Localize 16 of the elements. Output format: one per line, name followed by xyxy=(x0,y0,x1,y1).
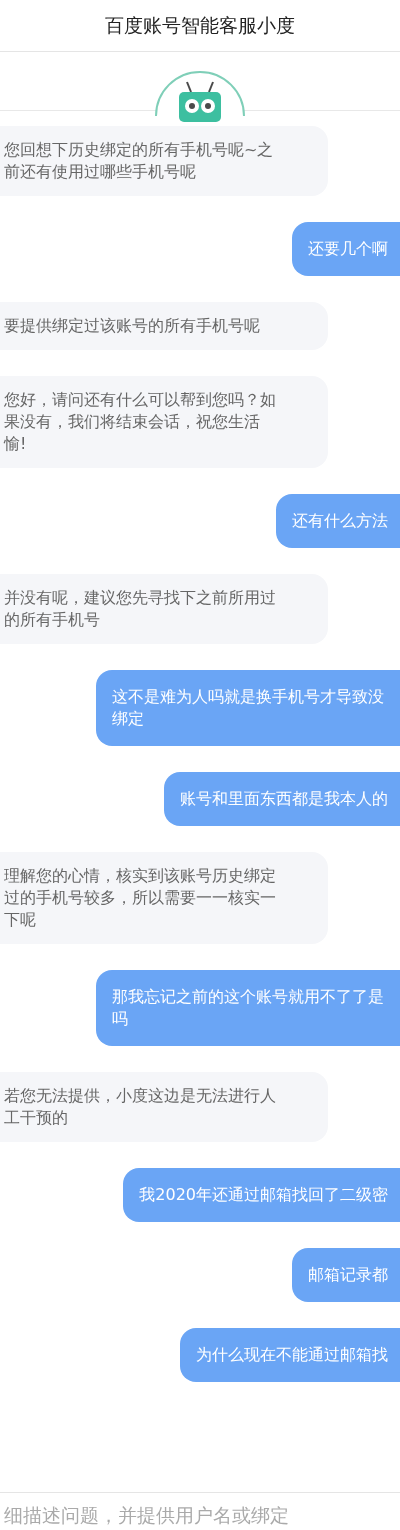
bot-message: 若您无法提供，小度这边是无法进行人工干预的 xyxy=(0,1072,328,1142)
user-message: 我2020年还通过邮箱找回了二级密 xyxy=(123,1168,400,1222)
user-message: 为什么现在不能通过邮箱找 xyxy=(180,1328,400,1382)
user-message: 还要几个啊 xyxy=(292,222,400,276)
user-message: 邮箱记录都 xyxy=(292,1248,400,1302)
message-input[interactable]: 细描述问题，并提供用户名或绑定 xyxy=(0,1500,400,1530)
bot-message: 您回想下历史绑定的所有手机号呢~之前还有使用过哪些手机号呢 xyxy=(0,126,328,196)
user-message: 账号和里面东西都是我本人的 xyxy=(164,772,400,826)
bot-message: 要提供绑定过该账号的所有手机号呢 xyxy=(0,302,328,350)
user-message: 那我忘记之前的这个账号就用不了了是吗 xyxy=(96,970,400,1046)
bot-message: 并没有呢，建议您先寻找下之前所用过的所有手机号 xyxy=(0,574,328,644)
bot-message: 理解您的心情，核实到该账号历史绑定过的手机号较多，所以需要一一核实一下呢 xyxy=(0,852,328,944)
bot-message: 您好，请问还有什么可以帮到您吗？如果没有，我们将结束会话，祝您生活愉! xyxy=(0,376,328,468)
chat-title: 百度账号智能客服小度 xyxy=(105,13,295,39)
user-message: 还有什么方法 xyxy=(276,494,400,548)
user-message: 这不是难为人吗就是换手机号才导致没绑定 xyxy=(96,670,400,746)
